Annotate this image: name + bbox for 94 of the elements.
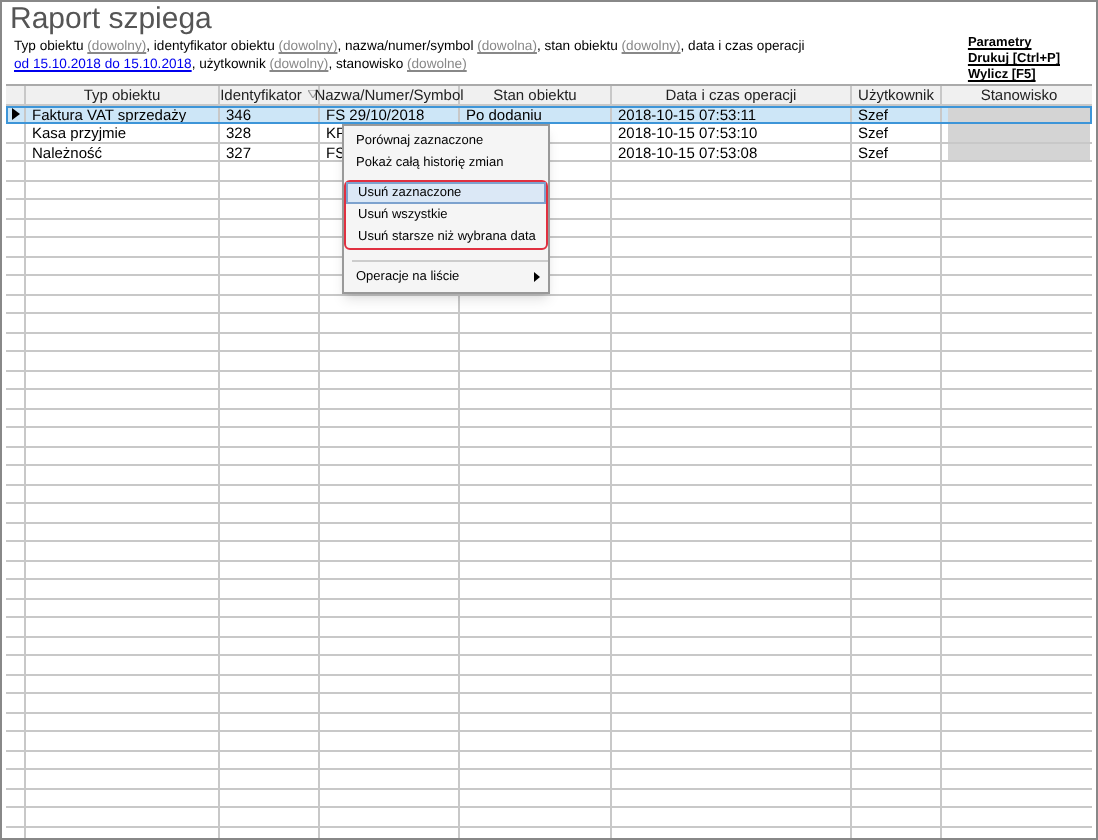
table-cell bbox=[852, 409, 942, 428]
table-cell bbox=[320, 656, 460, 675]
table-cell bbox=[852, 808, 942, 827]
table-cell bbox=[852, 580, 942, 599]
table-cell bbox=[320, 466, 460, 485]
table-cell bbox=[852, 238, 942, 257]
table-cell bbox=[220, 770, 320, 789]
table-cell bbox=[852, 200, 942, 219]
table-cell bbox=[220, 580, 320, 599]
table-cell bbox=[320, 637, 460, 656]
table-cell bbox=[220, 732, 320, 751]
table-cell bbox=[220, 656, 320, 675]
table-cell bbox=[220, 409, 320, 428]
table-cell bbox=[220, 466, 320, 485]
table-cell bbox=[320, 371, 460, 390]
table-cell bbox=[320, 808, 460, 827]
table-cell bbox=[852, 447, 942, 466]
table-cell bbox=[320, 732, 460, 751]
table-cell bbox=[320, 618, 460, 637]
table-cell bbox=[852, 523, 942, 542]
table-cell bbox=[852, 371, 942, 390]
table-cell bbox=[320, 352, 460, 371]
table-cell bbox=[852, 561, 942, 580]
table-cell bbox=[852, 466, 942, 485]
table-cell bbox=[220, 295, 320, 314]
table-cell bbox=[320, 428, 460, 447]
submenu-arrow-icon bbox=[534, 272, 540, 282]
table-cell bbox=[320, 314, 460, 333]
table-cell bbox=[852, 713, 942, 732]
table-cell bbox=[320, 390, 460, 409]
report-title: Raport szpiega bbox=[10, 4, 214, 36]
table-cell bbox=[852, 428, 942, 447]
row-header[interactable] bbox=[6, 105, 26, 124]
table-cell bbox=[220, 542, 320, 561]
table-cell bbox=[220, 789, 320, 808]
table-cell bbox=[852, 295, 942, 314]
table-cell bbox=[852, 181, 942, 200]
table-cell bbox=[220, 675, 320, 694]
table-cell bbox=[220, 314, 320, 333]
table-cell bbox=[320, 580, 460, 599]
table-cell bbox=[852, 333, 942, 352]
table-cell bbox=[852, 314, 942, 333]
table-cell bbox=[320, 713, 460, 732]
table-cell bbox=[320, 485, 460, 504]
table-cell bbox=[320, 447, 460, 466]
table-cell bbox=[852, 542, 942, 561]
table-cell bbox=[220, 599, 320, 618]
table-cell bbox=[852, 390, 942, 409]
table-cell bbox=[220, 561, 320, 580]
table-cell bbox=[320, 694, 460, 713]
table-cell bbox=[220, 637, 320, 656]
table-cell bbox=[320, 751, 460, 770]
table-cell bbox=[320, 675, 460, 694]
table-cell bbox=[852, 770, 942, 789]
table-cell bbox=[220, 504, 320, 523]
table-cell bbox=[220, 352, 320, 371]
table-cell bbox=[220, 618, 320, 637]
table-cell bbox=[220, 371, 320, 390]
table-cell bbox=[220, 390, 320, 409]
table-cell bbox=[320, 409, 460, 428]
table-cell bbox=[220, 751, 320, 770]
table-cell bbox=[220, 713, 320, 732]
table-cell bbox=[320, 561, 460, 580]
table-cell bbox=[220, 428, 320, 447]
table-cell bbox=[320, 542, 460, 561]
table-cell bbox=[852, 219, 942, 238]
table-cell bbox=[852, 257, 942, 276]
table-cell bbox=[852, 162, 942, 181]
table-cell bbox=[320, 789, 460, 808]
table-cell bbox=[852, 276, 942, 295]
table-cell bbox=[852, 751, 942, 770]
current-row-icon bbox=[11, 107, 19, 120]
table-cell bbox=[852, 732, 942, 751]
table-cell bbox=[220, 694, 320, 713]
table-cell bbox=[852, 694, 942, 713]
table-cell bbox=[220, 808, 320, 827]
table-cell bbox=[320, 770, 460, 789]
table-cell bbox=[220, 523, 320, 542]
table-cell bbox=[852, 618, 942, 637]
table-cell bbox=[852, 352, 942, 371]
table-cell bbox=[852, 637, 942, 656]
table-cell bbox=[320, 599, 460, 618]
table-cell bbox=[320, 523, 460, 542]
table-cell bbox=[852, 504, 942, 523]
table-cell bbox=[220, 333, 320, 352]
table-cell bbox=[220, 485, 320, 504]
table-cell bbox=[852, 656, 942, 675]
table-cell bbox=[852, 675, 942, 694]
table-cell bbox=[852, 485, 942, 504]
table-cell bbox=[852, 789, 942, 808]
table-cell bbox=[220, 447, 320, 466]
table-cell bbox=[852, 599, 942, 618]
table-cell bbox=[320, 333, 460, 352]
table-cell bbox=[320, 504, 460, 523]
